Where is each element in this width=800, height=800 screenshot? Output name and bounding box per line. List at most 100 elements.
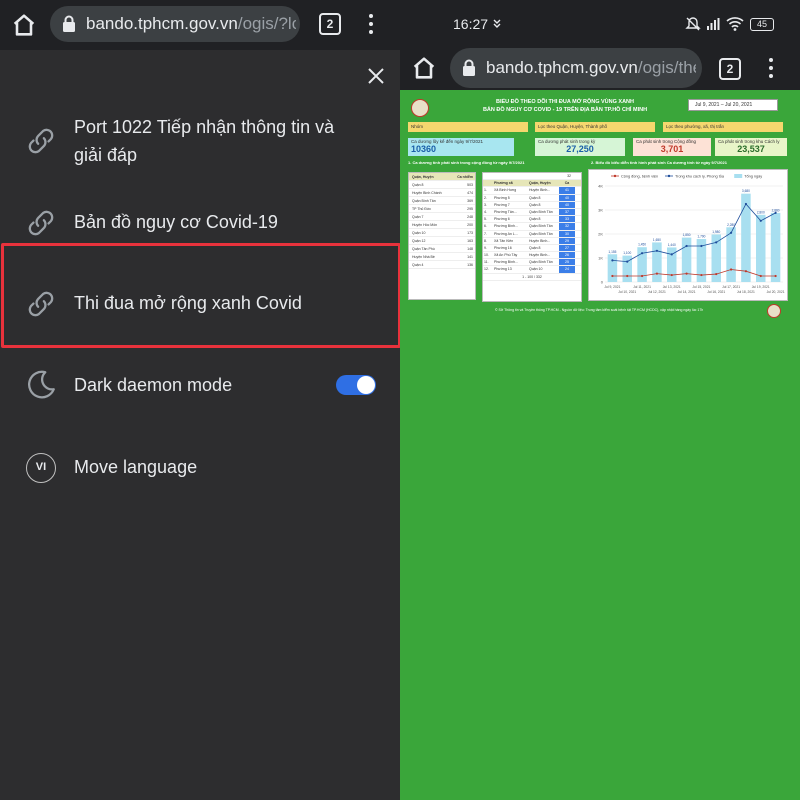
menu-item-covid-risk-map[interactable]: Bản đồ nguy cơ Covid-19 <box>0 205 400 241</box>
table-row[interactable]: Huyện Nhà Bè 141 <box>409 253 475 261</box>
table-row[interactable]: Quận 12 163 <box>409 237 475 245</box>
lock-icon <box>463 59 475 76</box>
close-icon[interactable] <box>366 66 386 86</box>
table-row[interactable]: Quận Tân Phú 148 <box>409 245 475 253</box>
table-row[interactable]: 9. Phường 16 Quận 8 27 <box>483 244 581 253</box>
x-tick-label: Jul 16, 2021 <box>707 290 725 294</box>
legend-marker <box>613 174 617 178</box>
table-row[interactable]: 8. Xã Tân Kiên Huyện Bình... 29 <box>483 237 581 245</box>
district-name: Quận 10 <box>529 267 543 272</box>
language-badge: VI <box>26 453 56 483</box>
table-row[interactable]: 6. Phường Bình... Quận Bình Tân 32 <box>483 223 581 231</box>
hcmc-logo <box>411 99 429 117</box>
legend-label: Tổng ngày <box>744 175 762 179</box>
row-index: 12. <box>484 267 489 272</box>
case-count: 474 <box>467 191 473 195</box>
table-row[interactable]: 11. Phường Bình... Quận Bình Tân 25 <box>483 259 581 267</box>
table-row[interactable]: 1. Xã Bình Hưng Huyện Bình... 41 <box>483 187 581 195</box>
x-tick-label: Jul 13, 2021 <box>663 285 681 289</box>
menu-item-language[interactable]: Move language <box>0 450 400 486</box>
row-index: 3. <box>484 202 487 207</box>
address-bar[interactable]: bando.tphcm.gov.vn/ogis/?lc <box>50 6 300 42</box>
url-path: /ogis/?lc <box>237 14 296 33</box>
table-row[interactable]: 3. Phường 7 Quận 8 40 <box>483 201 581 209</box>
covid-dashboard: BIỂU ĐỒ THEO DÕI THI ĐUA MỞ RỘNG VÙNG XA… <box>405 96 797 322</box>
case-count: 200 <box>467 223 473 227</box>
home-icon[interactable] <box>10 11 38 39</box>
district-name: Quận 8 <box>529 217 541 222</box>
link-icon <box>28 128 54 154</box>
table-row[interactable]: Quận 7 248 <box>409 213 475 221</box>
table-row[interactable]: 2. Phường 5 Quận 8 40 <box>483 194 581 202</box>
tab-switcher-button[interactable]: 2 <box>319 13 341 35</box>
series-point <box>655 249 659 252</box>
table-row[interactable]: 5. Phường 6 Quận 8 33 <box>483 216 581 224</box>
table-row[interactable]: 12. Phường 13 Quận 10 24 <box>483 266 581 274</box>
more-menu-icon[interactable] <box>764 56 778 80</box>
district-name: Huyện Bình... <box>529 253 551 258</box>
table-header: Phường xã Quận, Huyện Ca <box>483 180 581 188</box>
row-index: 2. <box>484 195 487 200</box>
series-point <box>640 252 644 255</box>
table-body: Quận 8 503 Huyện Bình Chánh 474 Quận Bình Tâ… <box>409 181 475 269</box>
bar-data-label: 1,790 <box>697 235 705 239</box>
x-tick-label: Jul 10, 2021 <box>618 290 636 294</box>
bar <box>770 212 781 282</box>
case-count: 29 <box>559 237 575 244</box>
table-row[interactable]: Huyện Bình Chánh 474 <box>409 189 475 197</box>
x-tick-label: Jul 11, 2021 <box>633 285 651 289</box>
table-row[interactable]: Quận 4 136 <box>409 261 475 269</box>
address-bar[interactable]: bando.tphcm.gov.vn/ogis/the <box>450 48 702 88</box>
table-header-cell: Quận, Huyện <box>412 175 434 179</box>
table-row[interactable]: Quận 8 503 <box>409 181 475 189</box>
url-path: /ogis/the <box>637 58 696 77</box>
more-menu-icon[interactable] <box>364 12 378 36</box>
series-point <box>611 274 614 278</box>
x-tick-label: Jul 18, 2021 <box>737 290 755 294</box>
home-icon[interactable] <box>410 54 438 82</box>
browser-toolbar: bando.tphcm.gov.vn/ogis/?lc 2 <box>0 0 400 50</box>
table-header-cell: Quận, Huyện <box>529 181 551 186</box>
district-name: Quận 8 <box>529 245 541 250</box>
series-point <box>700 273 703 277</box>
series-point <box>729 268 733 271</box>
table-row[interactable]: 10. Xã An Phú Tây Huyện Bình... 26 <box>483 252 581 260</box>
menu-label: Dark daemon mode <box>74 375 233 395</box>
case-count: 26 <box>559 252 575 259</box>
table-row[interactable]: Huyện Hóc Môn 200 <box>409 221 475 229</box>
district-name: Huyện Bình... <box>529 188 551 193</box>
menu-item-green-expansion[interactable]: Thi đua mở rộng xanh Covid <box>0 286 400 322</box>
district-name: Huyện Bình Chánh <box>412 191 442 195</box>
table-row[interactable]: 4. Phường Tân... Quận Bình Tân 37 <box>483 208 581 217</box>
dark-mode-toggle[interactable] <box>336 375 376 395</box>
series-point <box>685 272 688 275</box>
ward-filter[interactable]: Lọc theo phường, xã, thị trấn <box>663 122 783 132</box>
bar <box>756 214 766 282</box>
table-row[interactable]: TP Thủ Đức 295 <box>409 205 475 213</box>
district-filter[interactable]: Lọc theo Quận, Huyện, Thành phố <box>535 122 655 132</box>
y-tick-label: 2K <box>598 232 603 237</box>
date-range-picker[interactable]: Jul 9, 2021 – Jul 20, 2021 <box>688 99 778 111</box>
bar <box>726 227 736 282</box>
series-point <box>744 202 748 206</box>
row-index: 6. <box>484 224 487 229</box>
menu-label-line2: giải đáp <box>74 145 138 165</box>
group-filter[interactable]: Nhóm <box>408 122 528 132</box>
series-point <box>685 244 688 248</box>
row-index: 5. <box>484 217 487 222</box>
district-name: Quận Bình Tân <box>529 260 553 265</box>
ward-name: Phường 13 <box>494 267 512 272</box>
case-count: 40 <box>559 201 575 208</box>
table-row[interactable]: 7. Phường An L... Quận Bình Tân 30 <box>483 230 581 238</box>
status-bar: 16:27 45 <box>400 0 800 46</box>
kpi-quarantine: Ca phát sinh trong khu Cách ly 23,537 <box>715 138 787 156</box>
table-row[interactable]: Quận Bình Tân 369 <box>409 197 475 205</box>
ward-name: Xã An Phú Tây <box>494 253 518 258</box>
screenshot-root: bando.tphcm.gov.vn/ogis/?lc 2 Port 1022 … <box>0 0 800 800</box>
menu-item-port-1022[interactable]: Port 1022 Tiếp nhận thông tin và giải đá… <box>0 110 400 170</box>
tab-switcher-button[interactable]: 2 <box>719 58 741 80</box>
table-row[interactable]: Quận 10 173 <box>409 229 475 237</box>
table-pager-bottom[interactable]: 1 - 100 / 332 <box>483 274 581 281</box>
row-index: 4. <box>484 209 487 214</box>
row-index: 11. <box>484 260 489 265</box>
